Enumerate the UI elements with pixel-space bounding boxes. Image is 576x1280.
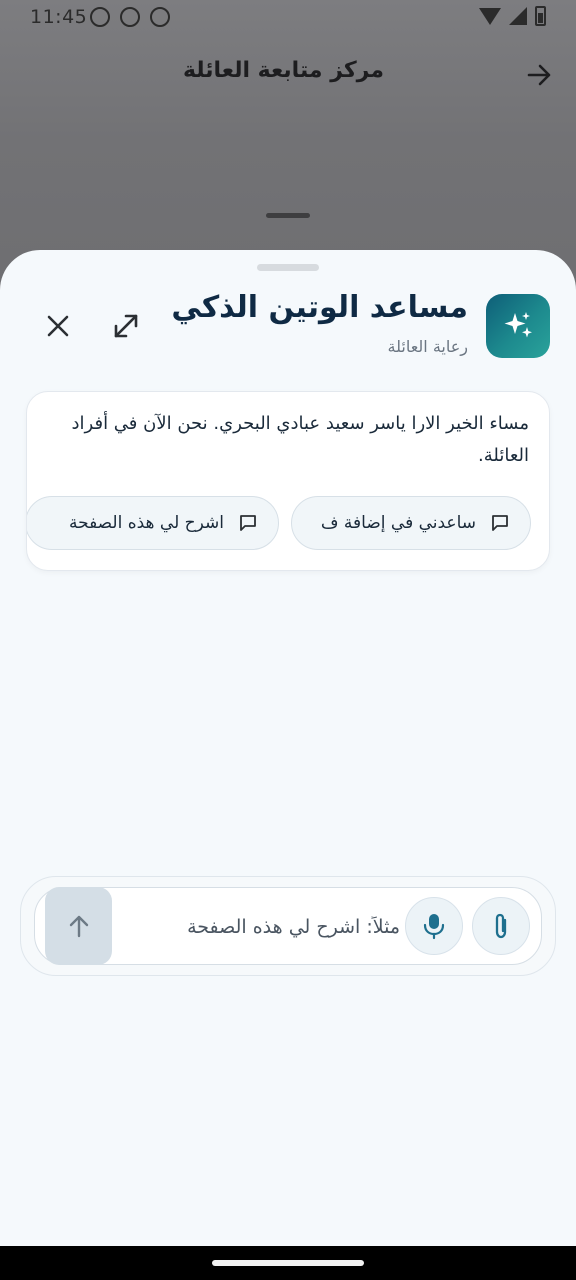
paperclip-icon xyxy=(495,913,507,939)
notification-icon xyxy=(150,7,170,27)
system-icons xyxy=(479,6,546,26)
assistant-subtitle: رعاية العائلة xyxy=(387,337,468,356)
close-button[interactable] xyxy=(40,308,76,344)
navigation-bar xyxy=(0,1246,576,1280)
microphone-icon xyxy=(423,914,445,940)
assistant-sheet: مساعد الوتين الذكي رعاية العائلة مساء ال… xyxy=(0,250,576,1246)
chat-bubble-icon xyxy=(492,515,508,531)
suggestion-chip-label: ساعدني في إضافة ف xyxy=(320,513,476,533)
expand-button[interactable] xyxy=(108,308,144,344)
back-arrow-icon[interactable] xyxy=(526,62,552,88)
page-title: مركز متابعة العائلة xyxy=(182,58,384,83)
send-button[interactable] xyxy=(45,887,112,965)
signal-icon xyxy=(509,7,527,25)
notification-icon xyxy=(120,7,140,27)
status-time: 11:45 xyxy=(30,6,88,28)
arrow-up-icon xyxy=(69,915,88,938)
sheet-drag-handle[interactable] xyxy=(257,264,319,271)
greeting-message-card: مساء الخير الارا ياسر سعيد عبادي البحري.… xyxy=(26,391,550,571)
suggestion-chip-label: اشرح لي هذه الصفحة xyxy=(68,513,224,533)
notification-icons xyxy=(90,7,170,27)
wifi-icon xyxy=(479,7,501,25)
status-bar: 11:45 xyxy=(0,0,576,36)
page-drag-handle xyxy=(266,213,310,218)
expand-icon xyxy=(114,314,138,338)
notification-icon xyxy=(90,7,110,27)
close-icon xyxy=(47,315,69,337)
message-input[interactable] xyxy=(128,904,400,950)
home-gesture-handle[interactable] xyxy=(212,1260,364,1266)
microphone-button[interactable] xyxy=(405,897,463,955)
sparkles-icon xyxy=(486,294,550,358)
suggestion-chip-explain-page[interactable]: اشرح لي هذه الصفحة xyxy=(27,496,279,550)
chat-bubble-icon xyxy=(240,515,256,531)
assistant-title: مساعد الوتين الذكي xyxy=(171,290,468,325)
battery-icon xyxy=(535,6,546,26)
attach-button[interactable] xyxy=(472,897,530,955)
suggestion-chip-help-add[interactable]: ساعدني في إضافة ف xyxy=(291,496,531,550)
greeting-message: مساء الخير الارا ياسر سعيد عبادي البحري.… xyxy=(71,413,529,466)
suggestion-chips: اشرح لي هذه الصفحة ساعدني في إضافة ف xyxy=(27,496,531,550)
